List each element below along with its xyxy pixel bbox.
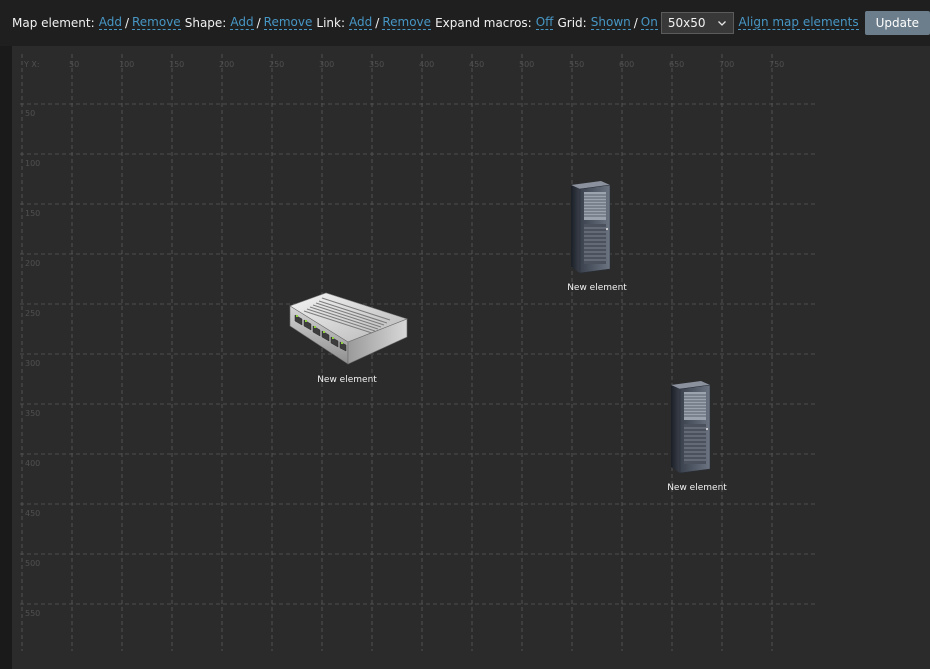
server-2-label[interactable]: New element — [667, 483, 727, 493]
server-1-label[interactable]: New element — [567, 283, 627, 293]
y-tick-label: 50 — [25, 109, 35, 118]
grid-label: Grid: — [557, 16, 587, 30]
switch-icon[interactable] — [286, 289, 412, 367]
x-tick-label: 600 — [619, 60, 634, 69]
switch-label[interactable]: New element — [317, 375, 377, 385]
y-tick-label: 350 — [25, 409, 40, 418]
remove-link-link[interactable]: Remove — [382, 16, 432, 30]
left-strip — [0, 46, 12, 669]
remove-map-element-link[interactable]: Remove — [131, 16, 181, 30]
x-tick-label: 550 — [569, 60, 584, 69]
x-tick-label: 50 — [69, 60, 79, 69]
x-tick-label: 100 — [119, 60, 134, 69]
x-tick-label: 750 — [769, 60, 784, 69]
map-element-label: Map element: — [12, 16, 95, 30]
y-tick-label: 100 — [25, 159, 40, 168]
x-tick-label: 450 — [469, 60, 484, 69]
map-canvas[interactable]: Y X: 50 100 150 200 250 300 350 400 450 500 550 600 6… — [12, 46, 930, 669]
server-rack-icon[interactable] — [666, 379, 716, 475]
expand-macros-label: Expand macros: — [435, 16, 532, 30]
link-label: Link: — [316, 16, 346, 30]
chevron-down-icon — [718, 21, 727, 26]
x-tick-label: 400 — [419, 60, 434, 69]
expand-macros-toggle[interactable]: Off — [535, 16, 554, 30]
map-grid: Y X: 50 100 150 200 250 300 350 400 450 500 550 600 6… — [20, 54, 818, 651]
x-tick-label: 500 — [519, 60, 534, 69]
y-tick-label: 300 — [25, 359, 40, 368]
x-tick-label: 300 — [319, 60, 334, 69]
y-tick-label: 150 — [25, 209, 40, 218]
separator-slash: / — [375, 16, 380, 30]
map-toolbar: Map element: Add / Remove Shape: Add / R… — [0, 0, 930, 46]
remove-shape-link[interactable]: Remove — [263, 16, 313, 30]
y-tick-label: 450 — [25, 509, 40, 518]
add-shape-link[interactable]: Add — [230, 16, 254, 30]
x-tick-label: 200 — [219, 60, 234, 69]
x-tick-label: 150 — [169, 60, 184, 69]
x-tick-label: 250 — [269, 60, 284, 69]
x-tick-label: 700 — [719, 60, 734, 69]
y-tick-label: 400 — [25, 459, 40, 468]
add-link-link[interactable]: Add — [349, 16, 373, 30]
separator-slash: / — [256, 16, 261, 30]
grid-size-select[interactable]: 50x50 — [660, 12, 735, 34]
grid-size-value: 50x50 — [667, 16, 706, 30]
separator-slash: / — [633, 16, 638, 30]
x-tick-label: 650 — [669, 60, 684, 69]
y-tick-label: 550 — [25, 609, 40, 618]
grid-snap-toggle[interactable]: On — [640, 16, 658, 30]
shape-label: Shape: — [184, 16, 227, 30]
grid-corner-label: Y X: — [23, 60, 40, 69]
add-map-element-link[interactable]: Add — [98, 16, 122, 30]
separator-slash: / — [124, 16, 129, 30]
update-button[interactable]: Update — [864, 11, 930, 35]
grid-shown-toggle[interactable]: Shown — [590, 16, 631, 30]
y-tick-label: 500 — [25, 559, 40, 568]
y-tick-label: 200 — [25, 259, 40, 268]
y-tick-label: 250 — [25, 309, 40, 318]
align-map-elements-link[interactable]: Align map elements — [738, 16, 859, 30]
server-rack-icon[interactable] — [566, 179, 616, 275]
x-tick-label: 350 — [369, 60, 384, 69]
